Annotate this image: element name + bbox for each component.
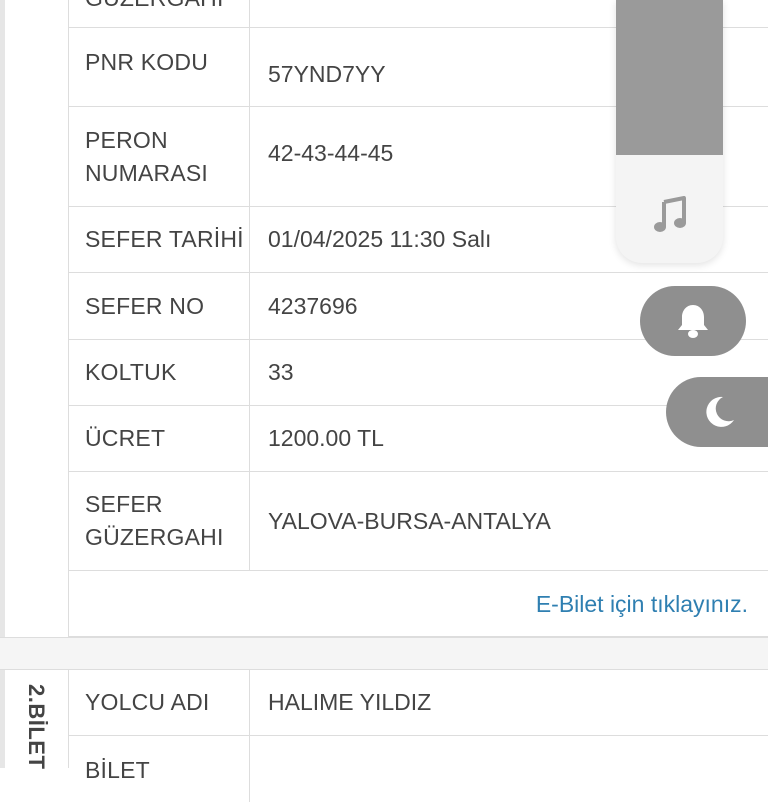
fare-value-text: 1200.00 TL: [268, 425, 384, 451]
passenger-name-value: HALIME YILDIZ: [250, 670, 768, 735]
volume-slider[interactable]: [616, 0, 723, 263]
seat-label: KOLTUK: [68, 340, 250, 405]
seat-label-text: KOLTUK: [85, 359, 177, 385]
platform-value-text: 42-43-44-45: [268, 140, 394, 166]
route-label-text: GÜZERGAHI: [85, 0, 224, 15]
ticket-partial-label: BİLET: [68, 736, 250, 802]
trip-route-value-text: YALOVA-BURSA-ANTALYA: [268, 507, 551, 534]
trip-route-label-line-2: GÜZERGAHI: [85, 524, 224, 550]
moon-icon: [706, 396, 734, 427]
passenger-name-value-text: HALIME YILDIZ: [268, 689, 432, 715]
route-label: GÜZERGAHI: [68, 0, 250, 27]
platform-label-line-2: NUMARASI: [85, 159, 209, 186]
trip-route-label-line-1: SEFER: [85, 491, 163, 517]
fare-label-text: ÜCRET: [85, 425, 166, 451]
row-trip-route: SEFER GÜZERGAHI YALOVA-BURSA-ANTALYA: [68, 472, 768, 571]
ticket-partial-label-text: BİLET: [85, 757, 150, 783]
music-note-icon: [654, 196, 686, 232]
pnr-label: PNR KODU: [68, 28, 250, 106]
bell-icon: [678, 305, 708, 338]
platform-label-line-1: PERON: [85, 126, 168, 153]
volume-slider-fill: [616, 0, 723, 155]
ticket-1-side-column: [5, 0, 69, 637]
trip-date-label: SEFER TARİHİ: [68, 207, 250, 272]
do-not-disturb-button[interactable]: [666, 377, 768, 447]
fare-label: ÜCRET: [68, 406, 250, 471]
row-passenger-name: YOLCU ADI HALIME YILDIZ: [68, 670, 768, 736]
ebilet-link[interactable]: E-Bilet için tıklayınız.: [536, 591, 748, 618]
pnr-value-text: 57YND7YY: [268, 60, 386, 87]
trip-route-value: YALOVA-BURSA-ANTALYA: [250, 472, 768, 570]
seat-value-text: 33: [268, 359, 294, 385]
platform-label: PERON NUMARASI: [68, 107, 250, 206]
trip-route-label: SEFER GÜZERGAHI: [68, 472, 250, 570]
trip-date-label-text: SEFER TARİHİ: [85, 226, 244, 252]
passenger-name-label-text: YOLCU ADI: [85, 689, 210, 715]
row-fare: ÜCRET 1200.00 TL: [68, 406, 768, 472]
trip-number-label: SEFER NO: [68, 273, 250, 339]
silent-mode-button[interactable]: [640, 286, 746, 356]
ticket-partial-value: [250, 736, 768, 802]
ticket-2-side-column: 2.BİLET: [5, 670, 69, 770]
ticket-2-number: 2.BİLET: [24, 684, 49, 770]
pnr-label-text: PNR KODU: [85, 49, 209, 75]
trip-number-label-text: SEFER NO: [85, 292, 205, 319]
trip-date-value-text: 01/04/2025 11:30 Salı: [268, 226, 492, 252]
ticket-separator: [0, 637, 768, 670]
row-ticket-partial: BİLET: [68, 736, 768, 802]
trip-number-value-text: 4237696: [268, 292, 358, 319]
passenger-name-label: YOLCU ADI: [68, 670, 250, 735]
ebilet-row: E-Bilet için tıklayınız.: [68, 571, 768, 637]
